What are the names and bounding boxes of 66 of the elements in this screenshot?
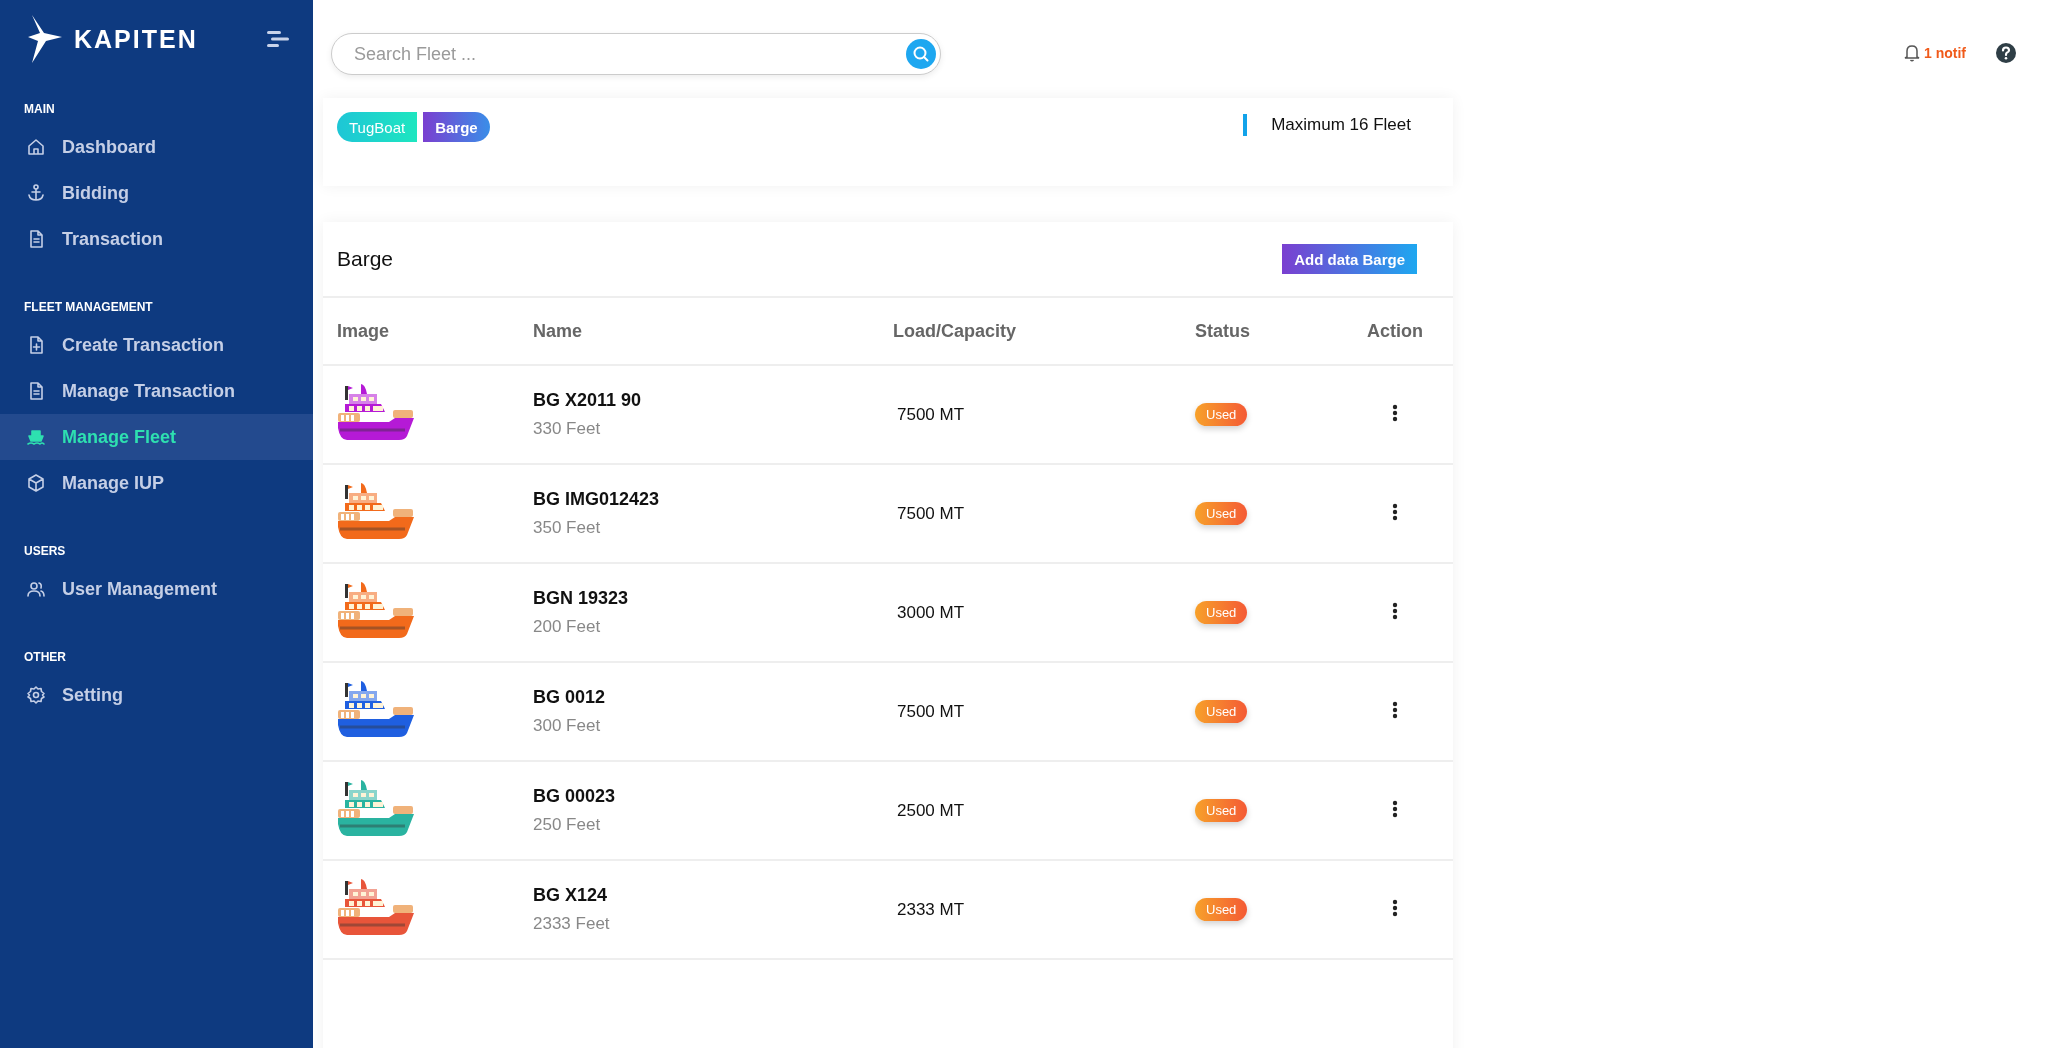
section-title: USERS [23, 544, 67, 558]
nav-item[interactable]: Dashboard [0, 124, 313, 170]
fleet-length: 200 Feet [533, 617, 602, 637]
bell-icon[interactable] [1904, 44, 1920, 62]
anchor-icon [26, 183, 46, 203]
capacity-cell: 7500 MT [897, 701, 965, 721]
more-icon[interactable] [1392, 700, 1398, 719]
menu-icon[interactable] [267, 31, 289, 47]
fleet-name: BG IMG012423 [533, 489, 661, 510]
fleet-length: 300 Feet [533, 716, 602, 736]
column-header: Image [336, 320, 391, 342]
nav-item[interactable]: Transaction [0, 216, 313, 262]
ship-icon [26, 427, 46, 447]
settings-icon [26, 685, 46, 705]
more-icon[interactable] [1392, 898, 1398, 917]
nav-item[interactable]: Manage Fleet [0, 414, 313, 460]
users-icon [26, 579, 46, 599]
home-icon [26, 137, 46, 157]
nav-item[interactable]: Setting [0, 672, 313, 718]
status-badge: Used [1195, 700, 1248, 723]
column-header: Status [1195, 320, 1251, 342]
fleet-name: BGN 19323 [533, 588, 630, 609]
fleet-length: 250 Feet [533, 815, 602, 835]
column-header: Action [1366, 320, 1424, 342]
more-icon[interactable] [1392, 799, 1398, 818]
table-title: Barge [337, 247, 394, 271]
capacity-cell: 2500 MT [897, 800, 965, 820]
nav-item[interactable]: Bidding [0, 170, 313, 216]
fleet-limit-text: Maximum 16 Fleet [1271, 115, 1411, 135]
status-badge: Used [1195, 403, 1248, 426]
search-field[interactable]: Search Fleet ... [331, 33, 941, 75]
status-badge: Used [1195, 898, 1248, 921]
accent-bar [1243, 114, 1248, 136]
status-badge: Used [1195, 799, 1248, 822]
column-header: Load/Capacity [893, 320, 1018, 342]
capacity-cell: 7500 MT [897, 503, 965, 523]
fleet-name: BG 0012 [533, 687, 607, 708]
fleet-name: BG X2011 90 [533, 390, 643, 411]
section-title: FLEET MANAGEMENT [23, 300, 154, 314]
section-title: MAIN [23, 102, 56, 116]
fleet-length: 350 Feet [533, 518, 602, 538]
column-header: Name [533, 320, 584, 342]
search-icon[interactable] [906, 39, 936, 69]
brand-name: KAPITEN [74, 24, 198, 54]
box-icon [26, 473, 46, 493]
more-icon[interactable] [1392, 601, 1398, 620]
capacity-cell: 7500 MT [897, 404, 965, 424]
nav-item[interactable]: Manage IUP [0, 460, 313, 506]
fleet-tab[interactable]: Barge [423, 112, 490, 142]
status-badge: Used [1195, 601, 1248, 624]
fleet-name: BG 00023 [533, 786, 617, 807]
help-icon[interactable] [1996, 43, 2016, 63]
more-icon[interactable] [1392, 403, 1398, 422]
capacity-cell: 3000 MT [897, 602, 965, 622]
logo-icon [28, 15, 62, 63]
fleet-length: 2333 Feet [533, 914, 611, 934]
add-data-button[interactable]: Add data Barge [1282, 244, 1417, 274]
section-title: OTHER [23, 650, 67, 664]
fleet-name: BG X124 [533, 885, 609, 906]
more-icon[interactable] [1392, 502, 1398, 521]
nav-item[interactable]: Create Transaction [0, 322, 313, 368]
nav-item[interactable]: User Management [0, 566, 313, 612]
status-badge: Used [1195, 502, 1248, 525]
nav-item[interactable]: Manage Transaction [0, 368, 313, 414]
fleet-length: 330 Feet [533, 419, 602, 439]
capacity-cell: 2333 MT [897, 899, 965, 919]
